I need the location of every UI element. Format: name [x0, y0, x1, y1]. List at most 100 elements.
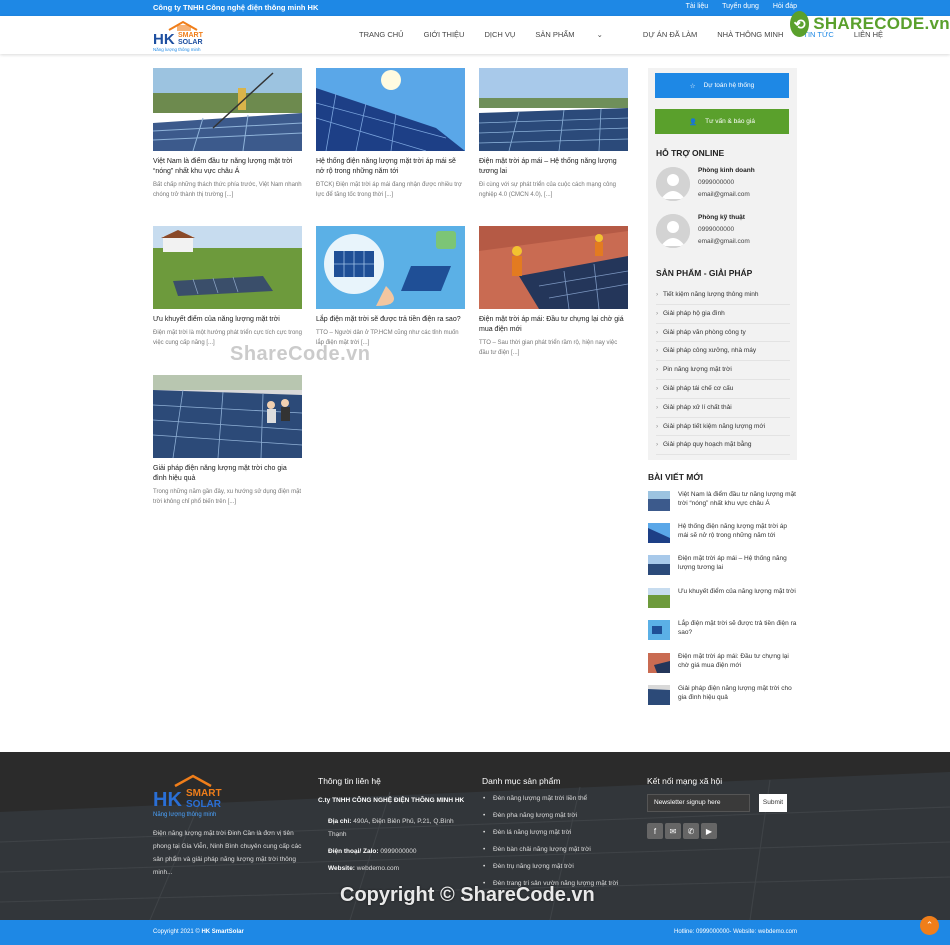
footer-contact-heading: Thông tin liên hệ: [318, 776, 381, 786]
list-item[interactable]: Pin năng lượng mặt trời: [656, 361, 790, 380]
list-item[interactable]: Đèn lá năng lượng mặt trời: [483, 824, 618, 841]
post-thumbnail[interactable]: [153, 68, 302, 151]
recent-post-title[interactable]: Lắp điện mặt trời sẽ được trả tiền điện …: [678, 619, 797, 637]
list-item[interactable]: Giải pháp tái chế cơ cấu: [656, 380, 790, 399]
footer-social-heading: Kết nối mạng xã hội: [647, 776, 723, 786]
post-card[interactable]: Ưu khuyết điểm của năng lượng mặt trời Đ…: [153, 226, 302, 348]
post-title[interactable]: Giải pháp điện năng lượng mặt trời cho g…: [153, 464, 302, 484]
recent-post-thumbnail[interactable]: [648, 491, 670, 511]
estimate-button[interactable]: ☆ Dự toán hệ thống: [655, 73, 789, 98]
list-item[interactable]: Giải pháp văn phòng công ty: [656, 324, 790, 343]
post-thumbnail[interactable]: [479, 68, 628, 151]
svg-text:HK: HK: [153, 789, 182, 811]
list-item[interactable]: Giải pháp quy hoạch mặt bằng: [656, 436, 790, 456]
list-item[interactable]: Giải pháp hộ gia đình: [656, 305, 790, 324]
recent-post-thumbnail[interactable]: [648, 685, 670, 705]
contact-phone[interactable]: 0999000000: [698, 226, 734, 233]
copyright-text: Copyright 2021 © HK SmartSolar: [153, 929, 244, 935]
contact-email[interactable]: email@gmail.com: [698, 238, 750, 245]
post-title[interactable]: Điện mặt trời áp mái: Đầu tư chựng lại c…: [479, 315, 628, 335]
phone-icon[interactable]: ✆: [683, 823, 699, 839]
recent-post-title[interactable]: Ưu khuyết điểm của năng lượng mặt trời: [678, 587, 797, 596]
recent-post-title[interactable]: Điện mặt trời áp mái – Hệ thống năng lượ…: [678, 554, 797, 572]
newsletter-submit-button[interactable]: Submit: [759, 794, 787, 812]
footer-phone[interactable]: Điện thoại/ Zalo: 0999000000: [328, 845, 417, 858]
recent-post-item[interactable]: Lắp điện mặt trời sẽ được trả tiền điện …: [648, 619, 797, 641]
post-thumbnail[interactable]: [479, 226, 628, 309]
post-thumbnail[interactable]: [153, 226, 302, 309]
post-card[interactable]: Điện mặt trời áp mái – Hệ thống năng lượ…: [479, 68, 628, 200]
contact-name: Phòng kỹ thuật: [698, 214, 745, 221]
contact-phone[interactable]: 0999000000: [698, 179, 734, 186]
post-title[interactable]: Điện mặt trời áp mái – Hệ thống năng lượ…: [479, 157, 628, 177]
post-card[interactable]: Giải pháp điện năng lượng mặt trời cho g…: [153, 375, 302, 507]
list-item[interactable]: Đèn trụ năng lượng mặt trời: [483, 858, 618, 875]
nav-about[interactable]: GIỚI THIỆU: [424, 30, 465, 39]
recent-post-item[interactable]: Giải pháp điện năng lượng mặt trời cho g…: [648, 684, 797, 706]
nav-projects[interactable]: DỰ ÁN ĐÃ LÀM: [643, 30, 697, 39]
list-item[interactable]: Tiết kiệm năng lượng thông minh: [656, 286, 790, 305]
recent-posts-heading: BÀI VIẾT MỚI: [648, 472, 703, 482]
top-link-docs[interactable]: Tài liệu: [686, 3, 709, 10]
recent-post-thumbnail[interactable]: [648, 620, 670, 640]
consult-button[interactable]: 👤 Tư vấn & báo giá: [655, 109, 789, 134]
list-item[interactable]: Giải pháp tiết kiệm năng lượng mới: [656, 418, 790, 437]
recent-post-thumbnail[interactable]: [648, 555, 670, 575]
nav-services[interactable]: DỊCH VỤ: [484, 30, 515, 39]
watermark-copyright: Copyright © ShareCode.vn: [340, 884, 595, 906]
list-item[interactable]: Giải pháp xử lí chất thải: [656, 399, 790, 418]
recent-post-item[interactable]: Hệ thống điện năng lượng mặt trời áp mái…: [648, 522, 797, 544]
svg-text:HK: HK: [153, 31, 175, 48]
footer-categories-list: Đèn năng lượng mặt trời liền thể Đèn pha…: [483, 790, 618, 892]
recent-post-item[interactable]: Việt Nam là điểm đầu tư năng lượng mặt t…: [648, 490, 797, 512]
arrow-up-icon: ⌃: [925, 920, 934, 930]
youtube-icon[interactable]: ▶: [701, 823, 717, 839]
post-thumbnail[interactable]: [316, 68, 465, 151]
avatar: [656, 214, 690, 248]
footer-hotline: Hotline: 0999000000- Website: webdemo.co…: [674, 929, 797, 935]
nav-smart-home[interactable]: NHÀ THÔNG MINH: [717, 30, 783, 39]
facebook-icon[interactable]: f: [647, 823, 663, 839]
sharecode-logo-text: SHARECODE.vn: [813, 14, 950, 33]
footer-website[interactable]: Website: webdemo.com: [328, 862, 399, 875]
recent-post-title[interactable]: Việt Nam là điểm đầu tư năng lượng mặt t…: [678, 490, 797, 508]
watermark-text: ShareCode.vn: [230, 343, 371, 365]
top-link-careers[interactable]: Tuyển dụng: [722, 3, 759, 10]
post-thumbnail[interactable]: [153, 375, 302, 458]
list-item[interactable]: Đèn năng lượng mặt trời liền thể: [483, 790, 618, 807]
list-item[interactable]: Giải pháp công xưởng, nhà máy: [656, 342, 790, 362]
recent-post-thumbnail[interactable]: [648, 653, 670, 673]
recent-post-title[interactable]: Điện mặt trời áp mái: Đầu tư chựng lại c…: [678, 652, 797, 670]
recent-post-title[interactable]: Hệ thống điện năng lượng mặt trời áp mái…: [678, 522, 797, 540]
list-item[interactable]: Đèn bàn chải năng lượng mặt trời: [483, 841, 618, 858]
post-card[interactable]: Việt Nam là điểm đầu tư năng lượng mặt t…: [153, 68, 302, 200]
email-icon[interactable]: ✉: [665, 823, 681, 839]
recent-post-thumbnail[interactable]: [648, 588, 670, 608]
svg-text:SOLAR: SOLAR: [186, 799, 222, 810]
post-title[interactable]: Ưu khuyết điểm của năng lượng mặt trời: [153, 315, 302, 325]
nav-home[interactable]: TRANG CHỦ: [359, 30, 404, 39]
post-card[interactable]: Hệ thống điện năng lượng mặt trời áp mái…: [316, 68, 465, 200]
products-list: Tiết kiệm năng lượng thông minh Giải phá…: [656, 286, 790, 456]
recent-post-thumbnail[interactable]: [648, 523, 670, 543]
recent-post-item[interactable]: Điện mặt trời áp mái – Hệ thống năng lượ…: [648, 554, 797, 576]
recent-post-item[interactable]: Điện mặt trời áp mái: Đầu tư chựng lại c…: [648, 652, 797, 674]
post-title[interactable]: Lắp điện mặt trời sẽ được trả tiền điện …: [316, 315, 465, 325]
copyright-bar: Copyright 2021 © HK SmartSolar Hotline: …: [0, 920, 950, 945]
list-item[interactable]: Đèn pha năng lượng mặt trời: [483, 807, 618, 824]
post-title[interactable]: Việt Nam là điểm đầu tư năng lượng mặt t…: [153, 157, 302, 177]
post-card[interactable]: Lắp điện mặt trời sẽ được trả tiền điện …: [316, 226, 465, 348]
post-card[interactable]: Điện mặt trời áp mái: Đầu tư chựng lại c…: [479, 226, 628, 358]
post-title[interactable]: Hệ thống điện năng lượng mặt trời áp mái…: [316, 157, 465, 177]
site-logo[interactable]: HK SMART SOLAR Năng lượng thông minh: [153, 20, 213, 52]
contact-email[interactable]: email@gmail.com: [698, 191, 750, 198]
post-thumbnail[interactable]: [316, 226, 465, 309]
svg-text:Năng lượng thông minh: Năng lượng thông minh: [153, 812, 216, 818]
sharecode-logo-icon: ⟲: [790, 11, 810, 37]
scroll-top-button[interactable]: ⌃: [920, 916, 939, 935]
recent-post-item[interactable]: Ưu khuyết điểm của năng lượng mặt trời: [648, 587, 797, 609]
newsletter-input[interactable]: Newsletter signup here: [647, 794, 750, 812]
contact-technical: Phòng kỹ thuật 0999000000 email@gmail.co…: [656, 214, 796, 254]
recent-post-title[interactable]: Giải pháp điện năng lượng mặt trời cho g…: [678, 684, 797, 702]
nav-products[interactable]: SẢN PHẨM ⌄: [535, 30, 623, 39]
